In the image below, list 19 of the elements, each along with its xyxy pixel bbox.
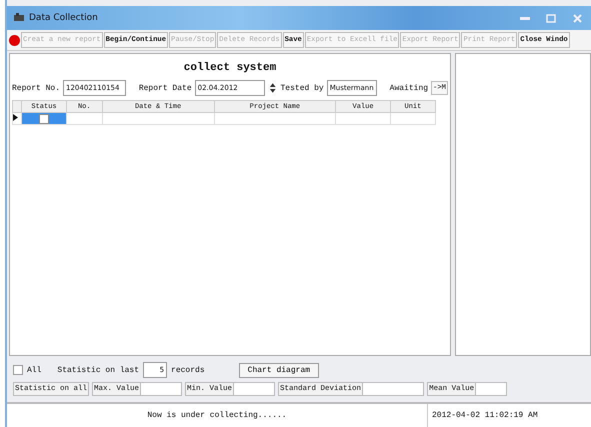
report-no-label: Report No. xyxy=(12,84,60,92)
report-date-label: Report Date xyxy=(138,84,192,92)
statistic-on-last-label: Statistic on last xyxy=(57,366,140,374)
awaiting-label: Awaiting xyxy=(390,84,428,92)
chart-diagram-button[interactable]: Chart diagram xyxy=(238,362,320,378)
all-checkbox[interactable] xyxy=(13,365,23,375)
status-time: 2012-04-02 11:02:19 AM xyxy=(432,411,538,420)
record-indicator-icon xyxy=(9,34,20,46)
heading: collect system xyxy=(182,62,278,74)
app-icon xyxy=(13,13,25,23)
status-checkbox[interactable] xyxy=(39,114,49,124)
tested-by-label: Tested by xyxy=(280,84,324,92)
status-cell[interactable] xyxy=(22,112,66,124)
records-label: records xyxy=(171,366,205,374)
status-message: Now is under collecting...... xyxy=(147,411,287,420)
all-label: All xyxy=(27,366,42,374)
window-title: Data Collection xyxy=(29,13,98,23)
row-pointer-icon xyxy=(13,114,18,120)
spinner-icon[interactable] xyxy=(268,82,278,94)
